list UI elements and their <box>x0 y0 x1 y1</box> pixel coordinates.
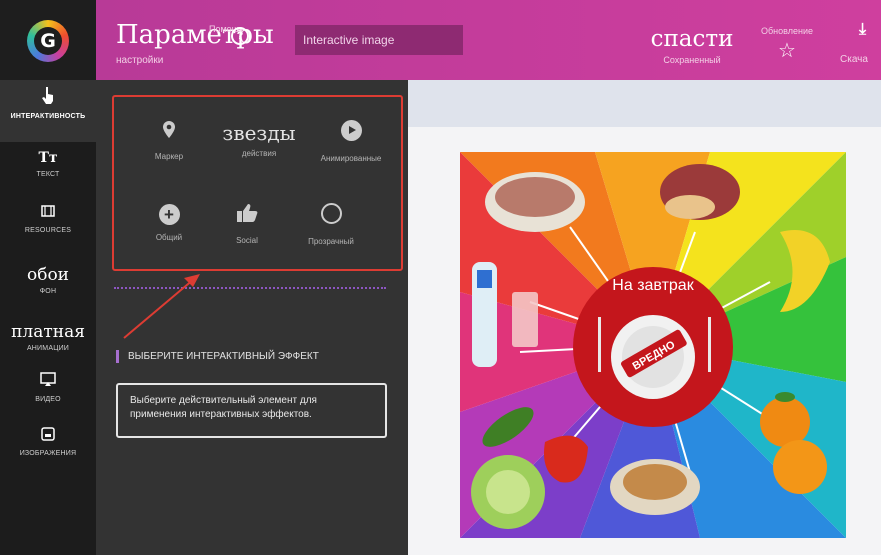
page-subtitle: настройки <box>116 55 164 66</box>
image-icon <box>0 427 96 447</box>
star-icon: ☆ <box>778 40 796 62</box>
image-center-label: На завтрак <box>612 277 694 294</box>
sidebar-item-label: ФОН <box>39 288 57 295</box>
sidebar-item-animations[interactable]: платная АНИМАЦИИ <box>0 322 96 362</box>
sidebar: ИНТЕРАКТИВНОСТЬ Tт ТЕКСТ RESOURCES обои … <box>0 80 96 555</box>
app-logo[interactable]: G <box>27 20 69 62</box>
canvas-toolbar-strip <box>408 80 881 127</box>
hand-pointer-icon <box>0 86 96 110</box>
update-button[interactable]: Обновление ☆ <box>746 26 828 70</box>
sidebar-item-label: ВИДЕО <box>35 396 61 403</box>
sidebar-item-text[interactable]: Tт ТЕКСТ <box>0 148 96 188</box>
sidebar-item-images[interactable]: ИЗОБРАЖЕНИЯ <box>0 427 96 467</box>
sidebar-item-background[interactable]: обои ФОН <box>0 265 96 305</box>
logo-letter: G <box>34 27 62 55</box>
save-button-subtitle: Сохраненный <box>663 55 721 65</box>
sidebar-item-label: ИЗОБРАЖЕНИЯ <box>19 450 77 457</box>
text-icon: Tт <box>38 150 58 166</box>
page-title: Параметры <box>116 20 274 50</box>
download-button[interactable]: ⤓ Скача <box>840 20 881 70</box>
interactive-image[interactable]: ВРЕДНО На завтрак <box>460 152 846 538</box>
download-label: Скача <box>840 54 868 65</box>
hint-box: Выберите действительный элемент для прим… <box>116 383 387 438</box>
update-label: Обновление <box>761 26 813 36</box>
project-name-input[interactable] <box>295 25 463 55</box>
save-button[interactable]: спасти Сохраненный <box>644 26 740 70</box>
breakfast-illustration: ВРЕДНО На завтрак <box>460 152 846 538</box>
sidebar-item-label: ТЕКСТ <box>36 171 60 178</box>
logo-area[interactable]: G <box>0 0 96 80</box>
sidebar-item-label: ИНТЕРАКТИВНОСТЬ <box>10 113 86 120</box>
download-icon: ⤓ <box>858 21 867 38</box>
background-item-title: обои <box>26 265 70 285</box>
sidebar-item-interactivity[interactable]: ИНТЕРАКТИВНОСТЬ <box>0 80 96 142</box>
app-window: G Параметры настройки Помощь ? спасти Со… <box>0 0 881 555</box>
interactivity-panel: Маркер звезды действия Анимированные + О… <box>96 80 408 555</box>
section-title: ВЫБЕРИТЕ ИНТЕРАКТИВНЫЙ ЭФФЕКТ <box>116 350 319 363</box>
save-button-title: спасти <box>650 26 734 52</box>
top-header: Параметры настройки Помощь ? спасти Сохр… <box>96 0 881 80</box>
sidebar-item-resources[interactable]: RESOURCES <box>0 204 96 244</box>
help-icon[interactable]: ? <box>231 27 249 45</box>
sidebar-item-label: RESOURCES <box>24 227 72 234</box>
sidebar-item-video[interactable]: ВИДЕО <box>0 372 96 412</box>
resources-icon <box>0 204 96 224</box>
annotation-arrow <box>123 274 200 339</box>
sidebar-item-label: АНИМАЦИИ <box>26 345 70 352</box>
video-icon <box>0 372 96 393</box>
animations-item-title: платная <box>11 322 85 342</box>
